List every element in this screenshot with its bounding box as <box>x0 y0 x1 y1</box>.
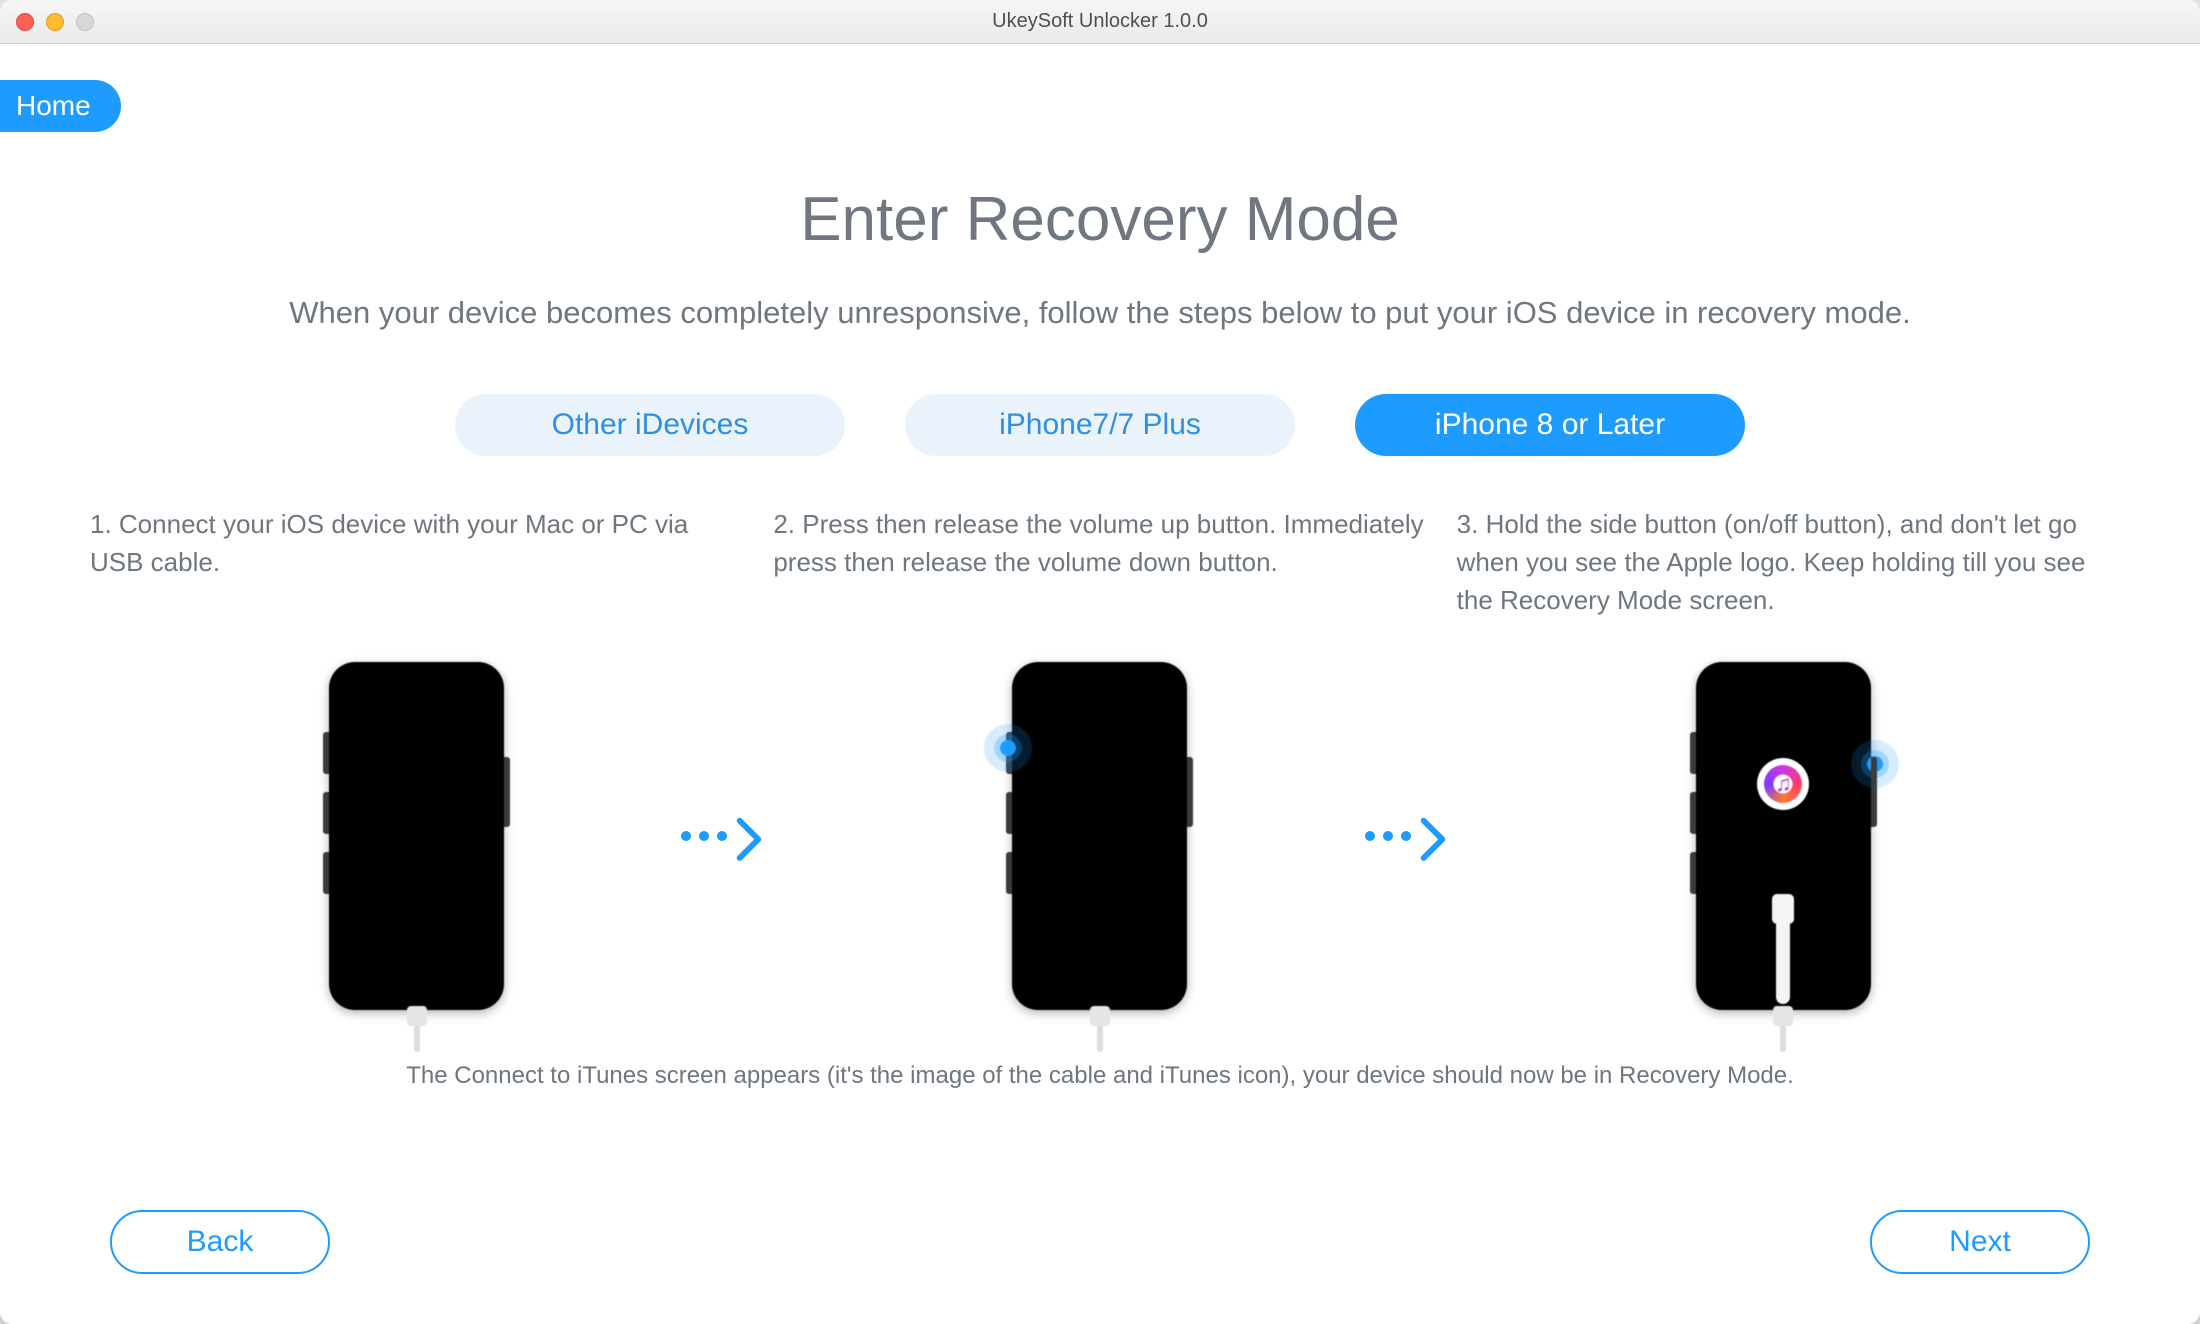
volume-button-highlight-icon <box>994 734 1022 762</box>
step-3-text: 3. Hold the side button (on/off button),… <box>1457 506 2110 656</box>
page-subtitle: When your device becomes completely unre… <box>90 291 2110 334</box>
device-tabs: Other iDevices iPhone7/7 Plus iPhone 8 o… <box>90 394 2110 456</box>
titlebar: UkeySoft Unlocker 1.0.0 <box>0 0 2200 44</box>
step-3-illustration: ♫ <box>1457 656 2110 1016</box>
cable-icon <box>403 1006 431 1050</box>
window-close-button[interactable] <box>16 13 34 31</box>
step-3: 3. Hold the side button (on/off button),… <box>1457 506 2110 1016</box>
step-1-illustration <box>90 656 743 1016</box>
window-title: UkeySoft Unlocker 1.0.0 <box>992 10 1208 33</box>
tab-other-idevices[interactable]: Other iDevices <box>455 394 845 456</box>
arrow-right-icon <box>1365 816 1447 856</box>
step-2-illustration <box>773 656 1426 1016</box>
tab-iphone7[interactable]: iPhone7/7 Plus <box>905 394 1295 456</box>
steps-row: 1. Connect your iOS device with your Mac… <box>90 506 2110 1016</box>
next-button[interactable]: Next <box>1870 1210 2090 1274</box>
arrow-right-icon <box>681 816 763 856</box>
home-button[interactable]: Home <box>0 80 121 132</box>
cable-icon <box>1769 1006 1797 1050</box>
phone-icon <box>329 662 504 1010</box>
app-window: UkeySoft Unlocker 1.0.0 Home Enter Recov… <box>0 0 2200 1324</box>
step-2: 2. Press then release the volume up butt… <box>773 506 1426 1016</box>
step-1-text: 1. Connect your iOS device with your Mac… <box>90 506 743 656</box>
recovery-cable-icon <box>1772 894 1794 1004</box>
phone-icon <box>1012 662 1187 1010</box>
traffic-lights <box>16 13 94 31</box>
step-2-text: 2. Press then release the volume up butt… <box>773 506 1426 656</box>
window-maximize-button[interactable] <box>76 13 94 31</box>
window-minimize-button[interactable] <box>46 13 64 31</box>
step-1: 1. Connect your iOS device with your Mac… <box>90 506 743 1016</box>
cable-icon <box>1086 1006 1114 1050</box>
nav-buttons: Back Next <box>0 1210 2200 1274</box>
page-title: Enter Recovery Mode <box>90 184 2110 255</box>
back-button[interactable]: Back <box>110 1210 330 1274</box>
itunes-icon: ♫ <box>1757 758 1809 810</box>
tab-iphone8-or-later[interactable]: iPhone 8 or Later <box>1355 394 1745 456</box>
footnote-text: The Connect to iTunes screen appears (it… <box>90 1062 2110 1090</box>
phone-icon: ♫ <box>1696 662 1871 1010</box>
side-button-highlight-icon <box>1861 750 1889 778</box>
content-area: Enter Recovery Mode When your device bec… <box>0 44 2200 1130</box>
